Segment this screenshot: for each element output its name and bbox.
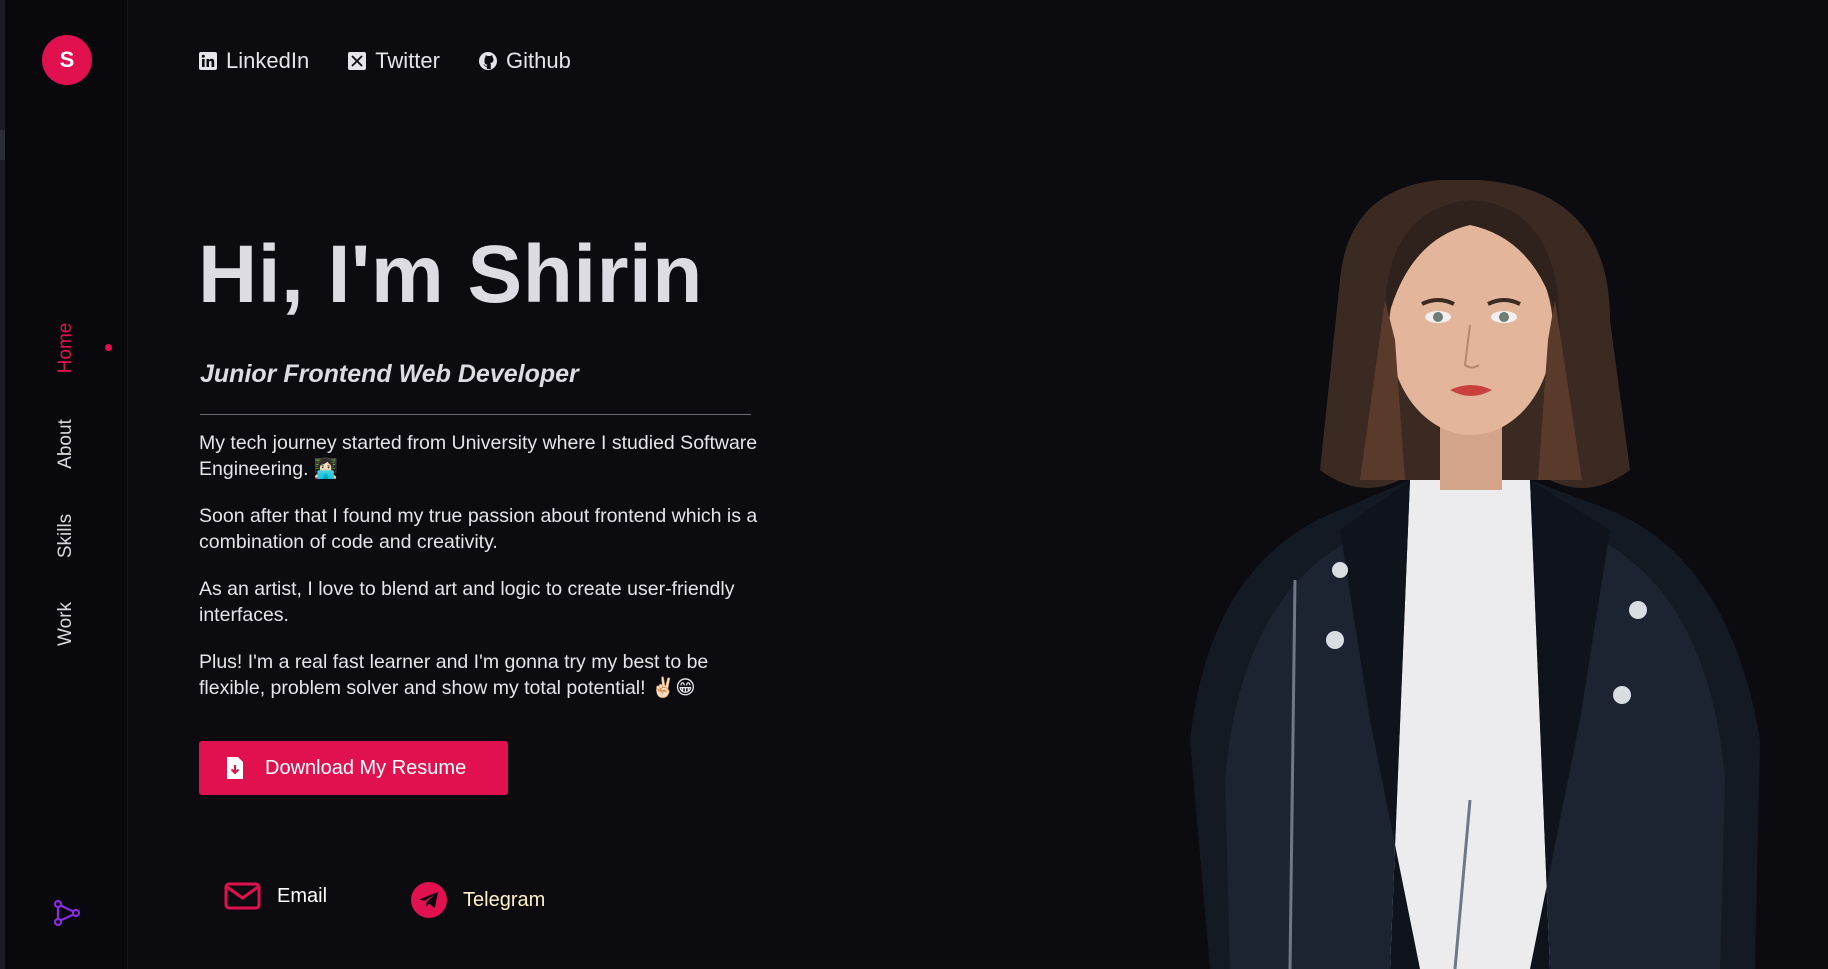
bio-paragraph: Soon after that I found my true passion … [199, 505, 758, 553]
sidebar-item-home[interactable]: Home [55, 323, 77, 374]
social-links: LinkedIn Twitter Github [198, 48, 571, 74]
bio-paragraph: As an artist, I love to blend art and lo… [199, 578, 735, 626]
sidebar: S Home About Skills Work [0, 0, 128, 969]
email-link[interactable]: Email [224, 882, 327, 910]
github-icon [478, 52, 497, 70]
envelope-icon [224, 882, 261, 910]
bio-paragraph: Plus! I'm a real fast learner and I'm go… [199, 651, 709, 699]
x-twitter-icon [348, 52, 367, 70]
sidebar-item-skills[interactable]: Skills [55, 514, 77, 558]
file-download-icon [227, 757, 243, 779]
sidebar-item-about[interactable]: About [55, 419, 77, 469]
scrollbar-thumb[interactable] [0, 130, 5, 160]
twitter-link[interactable]: Twitter [347, 48, 440, 74]
sidebar-item-work[interactable]: Work [55, 602, 77, 646]
twitter-label: Twitter [375, 48, 440, 73]
hero-title: Hi, I'm Shirin [198, 229, 703, 320]
telegram-link[interactable]: Telegram [411, 882, 545, 918]
linkedin-link[interactable]: LinkedIn [198, 48, 309, 74]
active-indicator-dot [105, 344, 112, 351]
telegram-icon [411, 882, 447, 918]
bio-paragraph: My tech journey started from University … [199, 432, 758, 480]
hero-subtitle: Junior Frontend Web Developer [200, 360, 579, 388]
bio-text: My tech journey started from University … [199, 430, 769, 722]
email-label: Email [277, 884, 328, 907]
download-resume-label: Download My Resume [265, 756, 467, 779]
linkedin-label: LinkedIn [226, 48, 310, 73]
linkedin-icon [199, 52, 217, 70]
share-nodes-icon[interactable] [53, 899, 81, 927]
logo[interactable]: S [42, 35, 92, 85]
telegram-label: Telegram [463, 888, 546, 911]
github-label: Github [505, 48, 571, 73]
profile-portrait [1190, 180, 1760, 969]
divider [200, 414, 751, 415]
download-resume-button[interactable]: Download My Resume [199, 741, 508, 795]
github-link[interactable]: Github [478, 48, 571, 74]
